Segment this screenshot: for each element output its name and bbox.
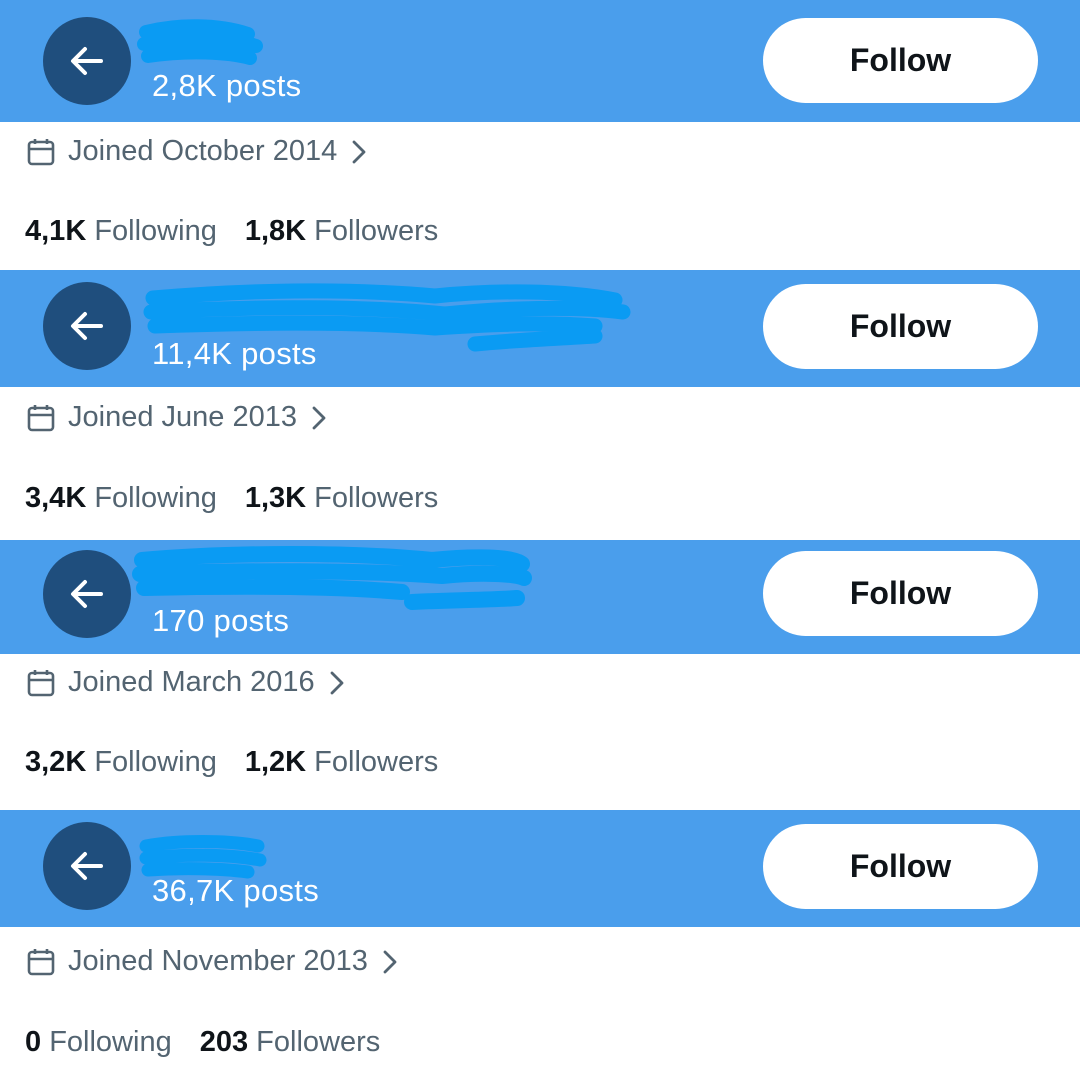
joined-date[interactable]: Joined November 2013 xyxy=(26,945,398,978)
following-count: 3,4K xyxy=(25,482,87,514)
joined-label: Joined October 2014 xyxy=(68,135,338,167)
profile-header: 170 posts Follow xyxy=(0,540,1080,654)
following-label: Following xyxy=(94,746,217,778)
followers-label: Followers xyxy=(314,482,439,514)
calendar-icon xyxy=(27,404,55,431)
profile-header: 11,4K posts Follow xyxy=(0,270,1080,387)
chevron-right-icon xyxy=(352,140,366,163)
calendar-icon xyxy=(27,138,55,165)
arrow-left-icon xyxy=(71,312,103,340)
following-link[interactable]: 4,1K Following xyxy=(25,215,217,247)
profile-header: 2,8K posts Follow xyxy=(0,0,1080,122)
following-label: Following xyxy=(94,482,217,514)
followers-count: 203 xyxy=(199,1026,249,1058)
followers-count: 1,3K xyxy=(244,482,307,514)
calendar-icon xyxy=(27,948,55,975)
following-count: 4,1K xyxy=(25,215,87,247)
profile-header: 36,7K posts Follow xyxy=(0,810,1080,927)
arrow-left-icon xyxy=(71,47,103,75)
following-link[interactable]: 3,4K Following xyxy=(25,482,217,514)
followers-link[interactable]: 1,3K Followers xyxy=(245,482,438,514)
follow-button[interactable]: Follow xyxy=(763,824,1038,909)
following-link[interactable]: 0 Following xyxy=(25,1026,172,1058)
following-label: Following xyxy=(49,1026,172,1058)
joined-date[interactable]: Joined June 2013 xyxy=(26,401,327,434)
followers-label: Followers xyxy=(256,1026,381,1058)
followers-link[interactable]: 1,8K Followers xyxy=(245,215,438,247)
arrow-left-icon xyxy=(71,852,103,880)
calendar-icon xyxy=(27,669,55,696)
chevron-right-icon xyxy=(330,671,344,694)
follow-stats: 4,1K Following 1,8K Followers xyxy=(25,215,438,248)
joined-date[interactable]: Joined October 2014 xyxy=(26,135,367,168)
follow-stats: 0 Following 203 Followers xyxy=(25,1026,380,1059)
following-count: 0 xyxy=(25,1026,42,1058)
following-label: Following xyxy=(94,215,217,247)
arrow-left-icon xyxy=(71,580,103,608)
follow-button[interactable]: Follow xyxy=(763,284,1038,369)
follow-stats: 3,2K Following 1,2K Followers xyxy=(25,746,438,779)
followers-label: Followers xyxy=(314,746,439,778)
joined-label: Joined June 2013 xyxy=(68,401,297,433)
back-button[interactable] xyxy=(43,550,131,638)
followers-label: Followers xyxy=(314,215,439,247)
followers-link[interactable]: 1,2K Followers xyxy=(245,746,438,778)
back-button[interactable] xyxy=(43,17,131,105)
posts-count: 11,4K posts xyxy=(152,336,317,371)
posts-count: 2,8K posts xyxy=(152,68,302,103)
followers-count: 1,2K xyxy=(244,746,307,778)
following-count: 3,2K xyxy=(25,746,87,778)
posts-count: 36,7K posts xyxy=(152,873,320,908)
chevron-right-icon xyxy=(383,950,397,973)
follow-button[interactable]: Follow xyxy=(763,18,1038,103)
joined-date[interactable]: Joined March 2016 xyxy=(26,666,345,699)
followers-count: 1,8K xyxy=(244,215,307,247)
chevron-right-icon xyxy=(312,406,326,429)
joined-label: Joined November 2013 xyxy=(68,945,368,977)
back-button[interactable] xyxy=(43,282,131,370)
back-button[interactable] xyxy=(43,822,131,910)
posts-count: 170 posts xyxy=(152,603,290,638)
redacted-name xyxy=(137,19,263,65)
following-link[interactable]: 3,2K Following xyxy=(25,746,217,778)
followers-link[interactable]: 203 Followers xyxy=(200,1026,381,1058)
follow-button[interactable]: Follow xyxy=(763,551,1038,636)
joined-label: Joined March 2016 xyxy=(68,666,315,698)
follow-stats: 3,4K Following 1,3K Followers xyxy=(25,482,438,515)
